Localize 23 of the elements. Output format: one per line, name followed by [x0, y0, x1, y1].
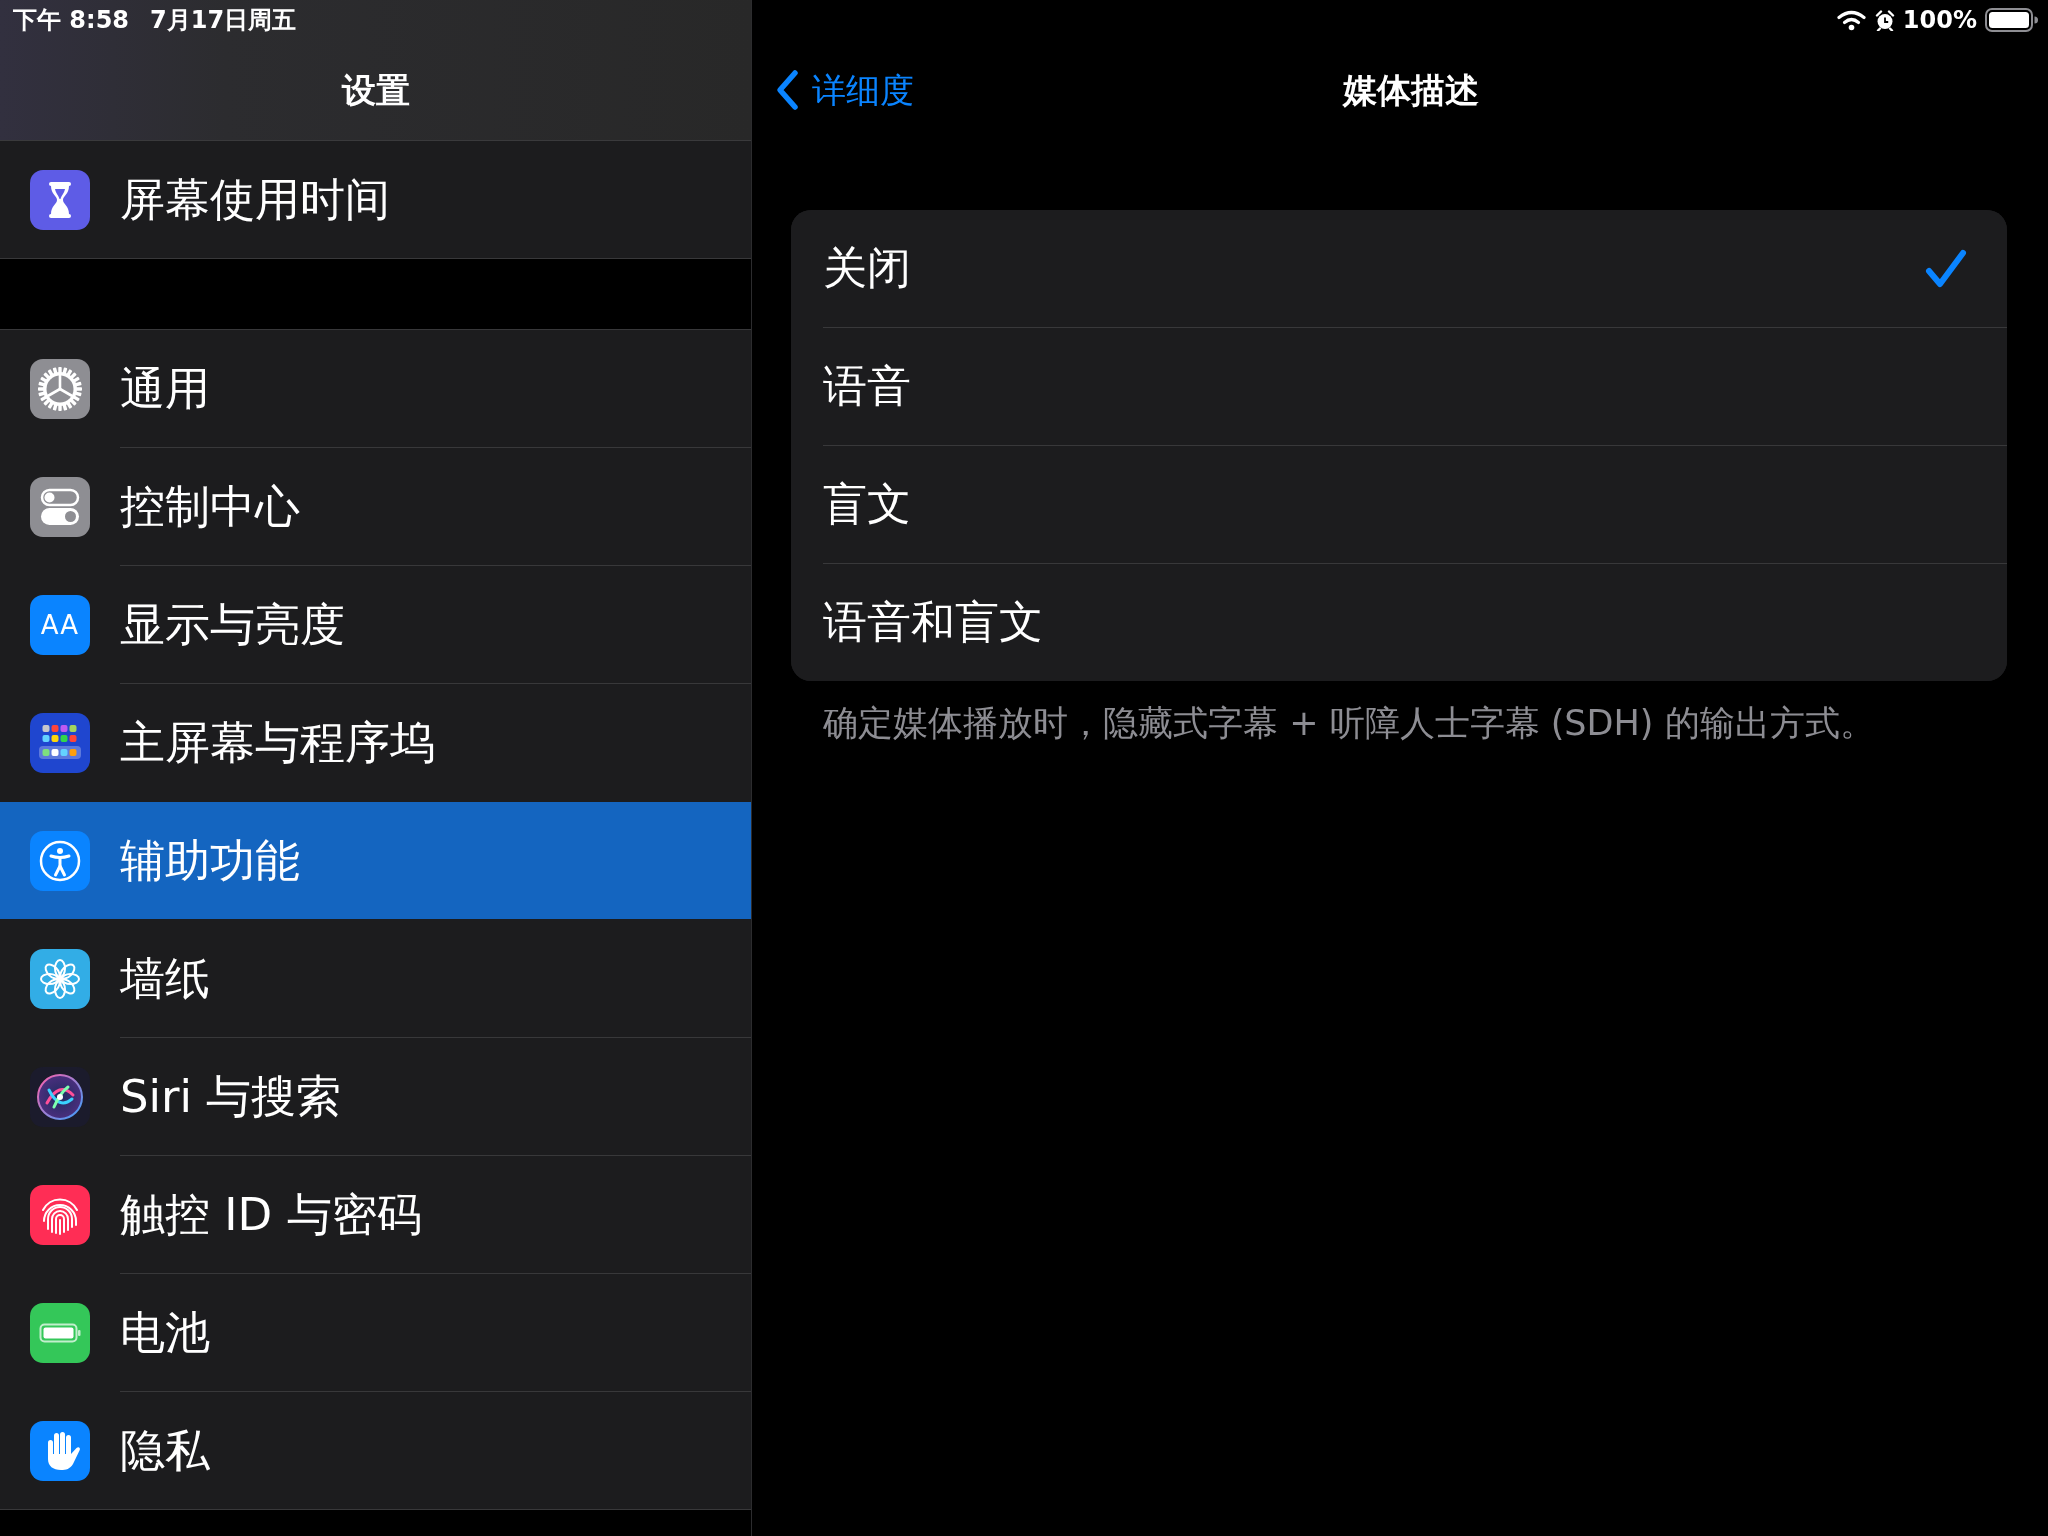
hand-icon	[30, 1420, 90, 1481]
sidebar-item[interactable]: 辅助功能	[0, 802, 751, 919]
hourglass-icon	[30, 169, 90, 230]
page-title: 媒体描述	[1343, 69, 1479, 111]
toggle-switches-icon	[30, 476, 90, 537]
flower-icon	[30, 948, 90, 1009]
footer-note: 确定媒体播放时，隐藏式字幕 + 听障人士字幕 (SDH) 的输出方式。	[823, 702, 1875, 745]
accessibility-icon	[30, 830, 90, 891]
battery-icon	[30, 1302, 90, 1363]
wifi-icon	[1835, 9, 1867, 31]
fingerprint-icon	[30, 1184, 90, 1245]
back-button[interactable]: 详细度	[774, 69, 914, 111]
gear-icon	[30, 358, 90, 419]
alarm-clock-icon	[1874, 9, 1895, 31]
sidebar-title: 设置	[341, 69, 410, 111]
battery-icon	[1985, 8, 2038, 32]
chevron-left-icon	[774, 69, 800, 111]
orb-icon	[30, 1066, 90, 1127]
app-grid-icon	[30, 712, 90, 773]
status-time: 下午 8:58	[13, 8, 130, 32]
battery-percentage: 100%	[1902, 8, 1977, 32]
text-size-icon: AA	[30, 594, 90, 655]
status-date: 7月17日周五	[150, 8, 297, 32]
